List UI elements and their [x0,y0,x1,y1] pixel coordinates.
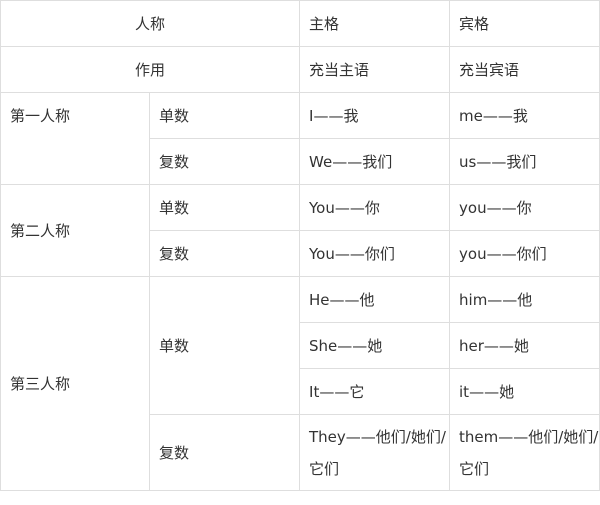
subject-pronoun: I——我 [299,92,451,139]
subject-pronoun: We——我们 [299,138,451,185]
object-pronoun: you——你 [449,184,600,231]
subject-pronoun: She——她 [299,322,451,369]
person-header: 人称 [0,0,301,47]
number-label: 复数 [148,230,301,277]
object-function: 充当宾语 [449,46,600,93]
header-row: 人称 主格 宾格 [0,0,600,47]
pronoun-table: 人称 主格 宾格 作用 充当主语 充当宾语 第一人称 单数 I——我 me——我… [0,0,600,491]
object-pronoun: it——她 [449,368,600,415]
subject-pronoun: He——他 [299,276,451,323]
object-pronoun: me——我 [449,92,600,139]
third-person-label: 第三人称 [0,276,150,491]
subject-function: 充当主语 [299,46,451,93]
subject-pronoun: It——它 [299,368,451,415]
object-case-header: 宾格 [449,0,600,47]
number-label: 复数 [148,414,301,491]
table-row: 第一人称 单数 I——我 me——我 [0,92,600,185]
function-label: 作用 [0,46,301,93]
subject-pronoun: You——你们 [299,230,451,277]
second-person-label: 第二人称 [0,184,150,277]
function-row: 作用 充当主语 充当宾语 [0,46,600,93]
number-label: 单数 [148,92,301,139]
subject-case-header: 主格 [299,0,451,47]
number-label: 复数 [148,138,301,185]
subject-pronoun: They——他们/她们/它们 [299,414,451,491]
number-label: 单数 [148,276,301,415]
object-pronoun: them——他们/她们/它们 [449,414,600,491]
first-person-label: 第一人称 [0,92,150,185]
object-pronoun: her——她 [449,322,600,369]
number-label: 单数 [148,184,301,231]
table-row: 第二人称 单数 You——你 you——你 [0,184,600,277]
table-row: 第三人称 单数 He——他 him——他 [0,276,600,491]
object-pronoun: you——你们 [449,230,600,277]
subject-pronoun: You——你 [299,184,451,231]
object-pronoun: him——他 [449,276,600,323]
object-pronoun: us——我们 [449,138,600,185]
